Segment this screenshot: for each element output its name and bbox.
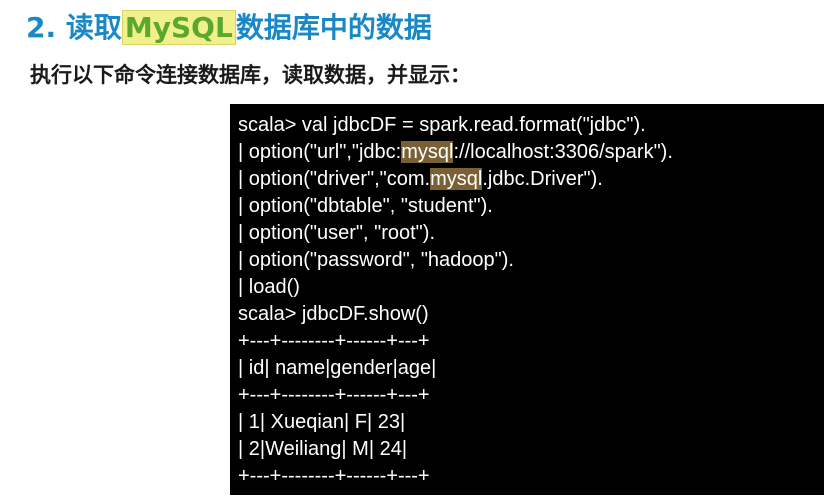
code-line: | option("url","jdbc:mysql://localhost:3… <box>238 139 824 166</box>
title-suffix: 数据库中的数据 <box>235 11 432 44</box>
code-line: | option("dbtable", "student"). <box>238 193 824 220</box>
code-text: | option("dbtable", "student"). <box>238 195 493 217</box>
code-text: scala> val jdbcDF = spark.read.format("j… <box>238 114 646 136</box>
code-text: | option("user", "root"). <box>238 222 436 244</box>
code-text: scala> jdbcDF.show() <box>238 303 429 325</box>
code-text: | id| name|gender|age| <box>238 357 437 379</box>
code-line: | 1| Xueqian| F| 23| <box>238 409 824 436</box>
code-text: +---+--------+------+---+ <box>238 384 430 406</box>
code-text: | option("password", "hadoop"). <box>238 249 514 271</box>
code-line: | id| name|gender|age| <box>238 355 824 382</box>
code-text: | 1| Xueqian| F| 23| <box>238 411 406 433</box>
slide-title: 2. 读取 MySQL 数据库中的数据 <box>26 8 432 48</box>
code-line: scala> val jdbcDF = spark.read.format("j… <box>238 112 824 139</box>
code-block: scala> val jdbcDF = spark.read.format("j… <box>230 104 824 495</box>
code-line: | 2|Weiliang| M| 24| <box>238 436 824 463</box>
code-line: | option("driver","com.mysql.jdbc.Driver… <box>238 166 824 193</box>
code-line: +---+--------+------+---+ <box>238 382 824 409</box>
title-prefix: 2. 读取 <box>26 11 122 44</box>
code-text: | option("driver","com. <box>238 168 431 190</box>
code-line: +---+--------+------+---+ <box>238 328 824 355</box>
code-text: | load() <box>238 276 300 298</box>
code-text: | option("url","jdbc: <box>238 141 402 163</box>
code-line: | option("user", "root"). <box>238 220 824 247</box>
code-line: scala> jdbcDF.show() <box>238 301 824 328</box>
subtitle: 执行以下命令连接数据库，读取数据，并显示： <box>30 63 471 87</box>
code-text: | 2|Weiliang| M| 24| <box>238 438 408 460</box>
code-line: +---+--------+------+---+ <box>238 463 824 490</box>
code-highlight: mysql <box>401 141 454 163</box>
code-text: +---+--------+------+---+ <box>238 330 430 352</box>
code-text: +---+--------+------+---+ <box>238 465 430 487</box>
code-highlight: mysql <box>430 168 483 190</box>
code-line: | option("password", "hadoop"). <box>238 247 824 274</box>
code-line: | load() <box>238 274 824 301</box>
code-text: .jdbc.Driver"). <box>482 168 603 190</box>
title-highlight: MySQL <box>121 10 236 45</box>
code-text: ://localhost:3306/spark"). <box>453 141 673 163</box>
